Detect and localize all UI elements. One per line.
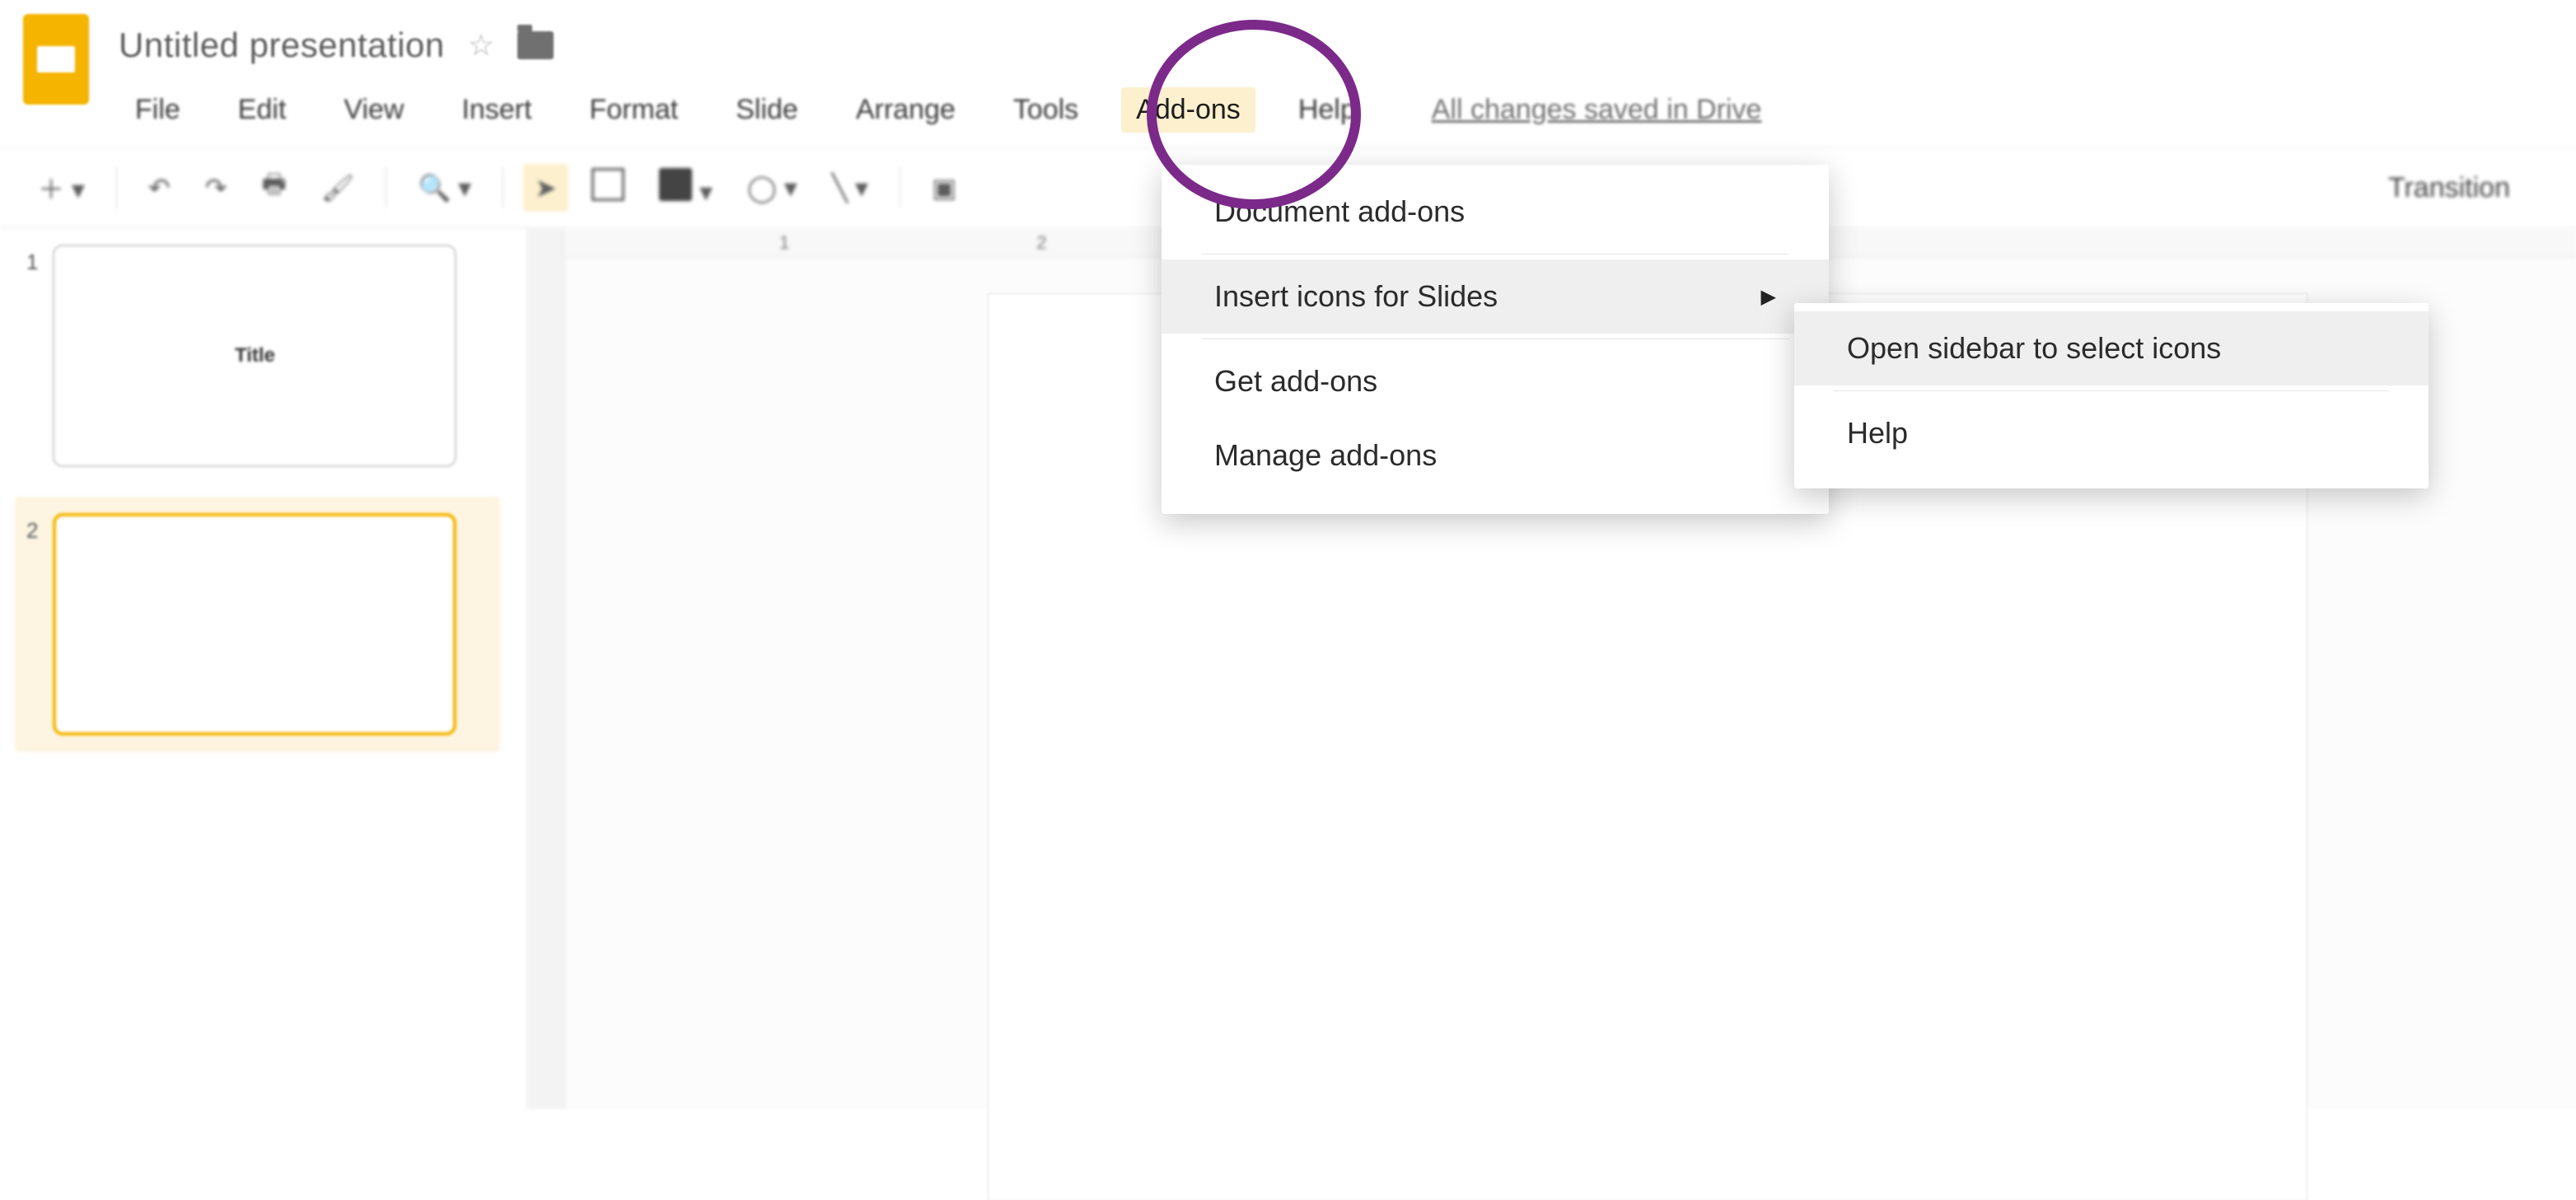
menu-insert[interactable]: Insert: [446, 87, 546, 133]
submenu-item-help[interactable]: Help: [1794, 396, 2429, 470]
title-bar: Untitled presentation ☆: [0, 0, 2576, 79]
document-title[interactable]: Untitled presentation: [119, 26, 445, 65]
menu-file[interactable]: File: [120, 87, 195, 133]
slide-thumbnail-panel: 1 Title 2: [0, 228, 527, 1109]
ruler-tick: 1: [779, 232, 789, 254]
menu-arrange[interactable]: Arrange: [841, 87, 970, 133]
menu-item-label: Open sidebar to select icons: [1847, 331, 2221, 366]
image-tool[interactable]: ▾: [648, 160, 724, 216]
slides-app-icon-inner: [37, 46, 75, 72]
menu-edit[interactable]: Edit: [223, 87, 302, 133]
menu-format[interactable]: Format: [575, 87, 694, 133]
print-button[interactable]: 🖶: [250, 157, 298, 218]
menu-divider: [1834, 390, 2389, 391]
slide-thumbnail-1[interactable]: Title: [53, 245, 456, 467]
new-slide-button[interactable]: ＋ ▾: [26, 161, 96, 215]
insert-icons-submenu: Open sidebar to select icons Help: [1794, 303, 2429, 488]
select-tool[interactable]: ➤: [523, 164, 568, 212]
menu-item-label: Insert icons for Slides: [1214, 279, 1498, 314]
slide-1-title-text: Title: [235, 344, 275, 367]
menu-item-manage-addons[interactable]: Manage add-ons: [1162, 418, 1829, 493]
toolbar-separator: [116, 167, 117, 208]
vertical-ruler: [527, 228, 565, 1109]
menu-item-document-addons[interactable]: Document add-ons: [1162, 175, 1829, 249]
slide-thumb-row-1[interactable]: 1 Title: [26, 245, 500, 467]
ruler-tick: 2: [1036, 232, 1046, 254]
transition-button[interactable]: Transition: [2388, 172, 2510, 204]
undo-button[interactable]: ↶: [137, 164, 182, 212]
menu-item-get-addons[interactable]: Get add-ons: [1162, 344, 1829, 418]
menu-item-label: Document add-ons: [1214, 194, 1465, 229]
menu-item-insert-icons[interactable]: Insert icons for Slides ▶: [1162, 259, 1829, 334]
star-icon[interactable]: ☆: [468, 28, 494, 63]
menu-item-label: Help: [1847, 416, 1908, 451]
menu-addons[interactable]: Add-ons: [1121, 87, 1255, 133]
slide-number: 1: [26, 245, 38, 275]
paint-format-button[interactable]: 🖌: [310, 164, 367, 212]
addons-dropdown: Document add-ons Insert icons for Slides…: [1162, 165, 1829, 514]
redo-button[interactable]: ↷: [194, 164, 239, 212]
comment-button[interactable]: ▣: [920, 164, 968, 212]
slide-thumb-row-2[interactable]: 2: [15, 497, 500, 752]
menu-slide[interactable]: Slide: [721, 87, 813, 133]
menu-view[interactable]: View: [329, 87, 418, 133]
slide-number: 2: [26, 513, 38, 544]
submenu-item-open-sidebar[interactable]: Open sidebar to select icons: [1794, 311, 2429, 385]
zoom-button[interactable]: 🔍 ▾: [406, 164, 483, 212]
move-folder-icon[interactable]: [517, 31, 554, 59]
menu-help[interactable]: Help: [1283, 87, 1371, 133]
submenu-arrow-icon: ▶: [1761, 285, 1776, 309]
slides-app-icon: [23, 14, 89, 105]
menu-item-label: Manage add-ons: [1214, 438, 1437, 473]
drive-save-status[interactable]: All changes saved in Drive: [1432, 94, 1762, 126]
slide-thumbnail-2[interactable]: [53, 513, 456, 735]
menu-bar: File Edit View Insert Format Slide Arran…: [0, 79, 2576, 147]
line-tool[interactable]: ╲ ▾: [820, 164, 880, 212]
textbox-tool[interactable]: [580, 160, 636, 216]
menu-tools[interactable]: Tools: [998, 87, 1093, 133]
shape-tool[interactable]: ◯ ▾: [736, 164, 809, 212]
menu-item-label: Get add-ons: [1214, 364, 1377, 399]
